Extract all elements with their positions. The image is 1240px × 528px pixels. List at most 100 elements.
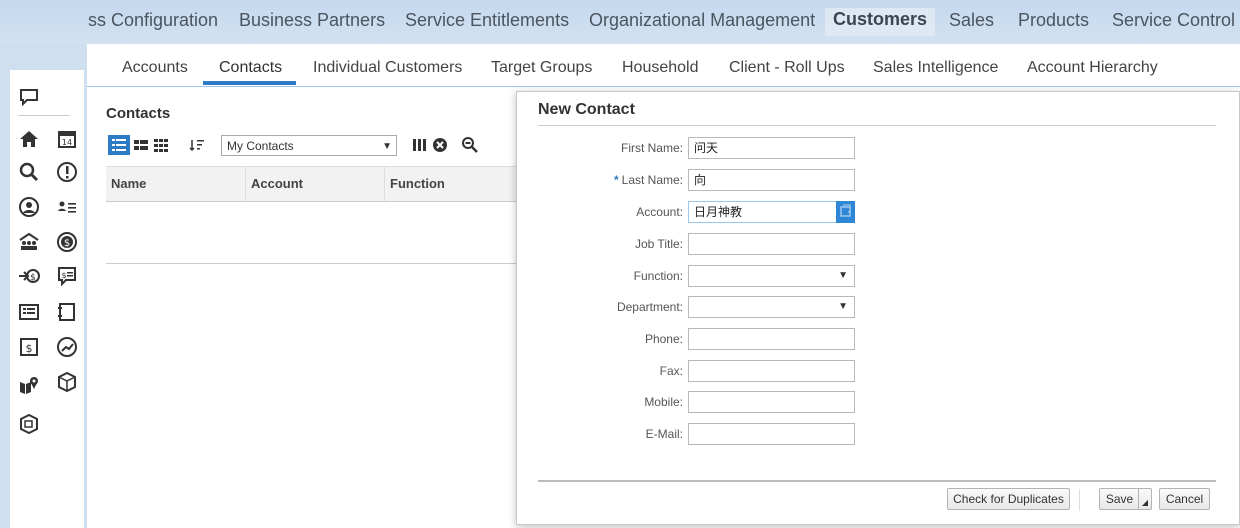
email-row: E-Mail: <box>517 423 1239 445</box>
top-navigation: ss Configuration Business Partners Servi… <box>0 0 1240 44</box>
column-header-function[interactable]: Function <box>384 167 523 201</box>
save-options-button[interactable]: ◢ <box>1138 488 1152 510</box>
nav-item-business-partners[interactable]: Business Partners <box>239 10 385 31</box>
job-title-row: Job Title: <box>517 233 1239 255</box>
tab-contacts[interactable]: Contacts <box>219 59 282 77</box>
tab-household[interactable]: Household <box>622 59 699 77</box>
active-tab-indicator <box>203 81 296 85</box>
cube-icon[interactable] <box>55 370 79 394</box>
function-select[interactable]: ▼ <box>688 265 855 287</box>
job-title-label: Job Title: <box>634 237 683 251</box>
nav-item-customers[interactable]: Customers <box>825 8 936 36</box>
column-header-name[interactable]: Name <box>106 167 244 201</box>
rail-divider <box>18 115 70 116</box>
email-label: E-Mail: <box>645 427 683 441</box>
zoom-search-icon[interactable] <box>459 135 481 155</box>
sort-icon[interactable] <box>186 135 208 155</box>
svg-text:$: $ <box>30 273 36 283</box>
contract-icon[interactable] <box>55 300 79 324</box>
map-location-icon[interactable] <box>17 373 41 397</box>
svg-text:$: $ <box>64 238 70 249</box>
grid-view-icon[interactable] <box>150 135 172 155</box>
last-name-row: * Last Name: 向 <box>517 169 1239 191</box>
mobile-row: Mobile: <box>517 391 1239 413</box>
tab-accounts[interactable]: Accounts <box>122 59 188 77</box>
svg-text:14: 14 <box>62 138 72 147</box>
check-duplicates-button[interactable]: Check for Duplicates <box>947 488 1070 510</box>
view-select-value: My Contacts <box>227 139 294 153</box>
chevron-down-icon: ▼ <box>382 141 392 152</box>
fax-label: Fax: <box>659 364 683 378</box>
email-field[interactable] <box>688 423 855 445</box>
payment-transfer-icon[interactable]: $ <box>17 264 41 288</box>
people-list-icon[interactable] <box>55 195 79 219</box>
columns-icon[interactable] <box>409 135 431 155</box>
chevron-down-icon: ▼ <box>838 301 848 312</box>
account-lookup-button[interactable] <box>836 201 855 223</box>
mobile-label: Mobile: <box>644 395 683 409</box>
account-field[interactable]: 日月神教 <box>688 201 837 223</box>
nav-item-sales[interactable]: Sales <box>949 10 994 31</box>
globe-chart-icon[interactable] <box>55 335 79 359</box>
dollar-coin-icon[interactable]: $ <box>55 230 79 254</box>
mobile-field[interactable] <box>688 391 855 413</box>
contacts-table-header: Name Account Function <box>106 166 526 202</box>
phone-field[interactable] <box>688 328 855 350</box>
function-row: Function: ▼ <box>517 265 1239 287</box>
dialog-title-divider <box>538 125 1216 126</box>
view-select[interactable]: My Contacts ▼ <box>221 135 397 156</box>
list-document-icon[interactable] <box>17 300 41 324</box>
save-button[interactable]: Save <box>1099 488 1139 510</box>
chevron-down-icon: ▼ <box>838 270 848 281</box>
column-header-account[interactable]: Account <box>245 167 384 201</box>
quote-bubble-icon[interactable]: $ <box>55 264 79 288</box>
nav-item-service-control[interactable]: Service Control C <box>1112 10 1240 31</box>
job-title-field[interactable] <box>688 233 855 255</box>
product-catalog-icon[interactable] <box>17 412 41 436</box>
department-select[interactable]: ▼ <box>688 296 855 318</box>
calendar-icon[interactable]: 14 <box>55 127 79 151</box>
button-separator <box>1079 489 1080 511</box>
search-icon[interactable] <box>17 160 41 184</box>
chevron-down-icon: ◢ <box>1141 498 1149 507</box>
table-bottom-border <box>106 263 526 264</box>
function-label: Function: <box>633 269 683 283</box>
value-help-icon <box>840 204 851 217</box>
settings-wheel-icon[interactable] <box>429 135 451 155</box>
left-icon-rail: 14 $ $ $ $ <box>10 70 84 528</box>
tab-sales-intelligence[interactable]: Sales Intelligence <box>873 59 998 77</box>
buildings-people-icon[interactable] <box>17 230 41 254</box>
required-marker: * <box>613 173 619 187</box>
dialog-footer-divider <box>538 480 1216 482</box>
tab-account-hierarchy[interactable]: Account Hierarchy <box>1027 59 1158 77</box>
department-row: Department: ▼ <box>517 296 1239 318</box>
tab-target-groups[interactable]: Target Groups <box>491 59 592 77</box>
contact-person-icon[interactable] <box>17 195 41 219</box>
alert-icon[interactable] <box>55 160 79 184</box>
svg-text:$: $ <box>61 271 66 280</box>
nav-item-configuration[interactable]: ss Configuration <box>88 10 218 31</box>
fax-field[interactable] <box>688 360 855 382</box>
last-name-field[interactable]: 向 <box>688 169 855 191</box>
nav-item-organizational-management[interactable]: Organizational Management <box>589 10 815 31</box>
nav-item-products[interactable]: Products <box>1018 10 1089 31</box>
last-name-label-text: Last Name: <box>621 173 683 187</box>
invoice-icon[interactable]: $ <box>17 335 41 359</box>
sub-tabs: Accounts Contacts Individual Customers T… <box>87 44 1240 87</box>
tab-individual-customers[interactable]: Individual Customers <box>313 59 462 77</box>
fax-row: Fax: <box>517 360 1239 382</box>
tab-client-roll-ups[interactable]: Client - Roll Ups <box>729 59 845 77</box>
dialog-title: New Contact <box>538 101 635 118</box>
home-icon[interactable] <box>17 127 41 151</box>
last-name-label: * Last Name: <box>533 173 683 187</box>
list-view-icon[interactable] <box>108 135 130 155</box>
phone-row: Phone: <box>517 328 1239 350</box>
nav-item-service-entitlements[interactable]: Service Entitlements <box>405 10 569 31</box>
first-name-label: First Name: <box>620 141 683 155</box>
first-name-field[interactable]: 问天 <box>688 137 855 159</box>
cancel-button[interactable]: Cancel <box>1159 488 1210 510</box>
chat-icon[interactable] <box>17 85 41 109</box>
phone-label: Phone: <box>644 332 683 346</box>
section-title: Contacts <box>106 105 171 122</box>
table-view-icon[interactable] <box>130 135 152 155</box>
